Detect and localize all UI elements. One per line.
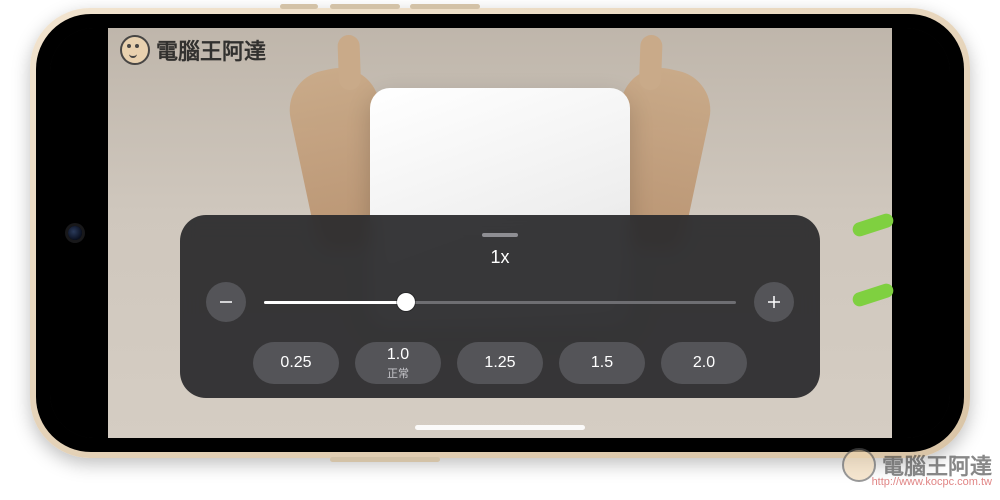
iphone-frame: 電腦王阿達 1x [30, 8, 970, 458]
mascot-icon [120, 35, 150, 65]
current-speed-label: 1x [206, 247, 794, 268]
increase-speed-button[interactable] [754, 282, 794, 322]
watermark-url: http://www.kocpc.com.tw [872, 476, 992, 488]
watermark-top-left: 電腦王阿達 [120, 34, 266, 66]
screen: 電腦王阿達 1x [50, 28, 950, 438]
speed-preset-0-25[interactable]: 0.25 [253, 342, 339, 384]
table-item [851, 282, 895, 308]
minus-icon [217, 293, 235, 311]
speed-preset-1-0[interactable]: 1.0正常 [355, 342, 441, 384]
preset-label: 2.0 [693, 354, 715, 372]
watermark-text: 電腦王阿達 [156, 34, 266, 66]
sheet-grabber[interactable] [482, 233, 518, 237]
preset-label: 0.25 [280, 354, 311, 372]
speed-slider-row [206, 282, 794, 322]
power-button [330, 457, 440, 462]
pillarbox-right [892, 28, 950, 438]
preset-label: 1.5 [591, 354, 613, 372]
speed-preset-2-0[interactable]: 2.0 [661, 342, 747, 384]
volume-down-button [410, 4, 480, 9]
watermark-bottom-right: 電腦王阿達 http://www.kocpc.com.tw [842, 448, 992, 482]
plus-icon [765, 293, 783, 311]
preset-label: 1.0 [387, 346, 409, 364]
speed-slider-thumb[interactable] [397, 293, 415, 311]
speed-preset-1-5[interactable]: 1.5 [559, 342, 645, 384]
speed-slider[interactable] [264, 301, 736, 304]
front-camera-icon [68, 226, 82, 240]
playback-speed-sheet[interactable]: 1x 0.25 1.0正常 1.25 [180, 215, 820, 398]
preset-sublabel: 正常 [387, 365, 409, 381]
table-item [851, 212, 895, 238]
volume-up-button [330, 4, 400, 9]
home-indicator[interactable] [415, 425, 585, 430]
speed-slider-fill [264, 301, 406, 304]
side-button [280, 4, 318, 9]
preset-label: 1.25 [484, 354, 515, 372]
speed-preset-1-25[interactable]: 1.25 [457, 342, 543, 384]
decrease-speed-button[interactable] [206, 282, 246, 322]
dynamic-island [58, 178, 92, 288]
speed-presets: 0.25 1.0正常 1.25 1.5 2.0 [206, 342, 794, 384]
